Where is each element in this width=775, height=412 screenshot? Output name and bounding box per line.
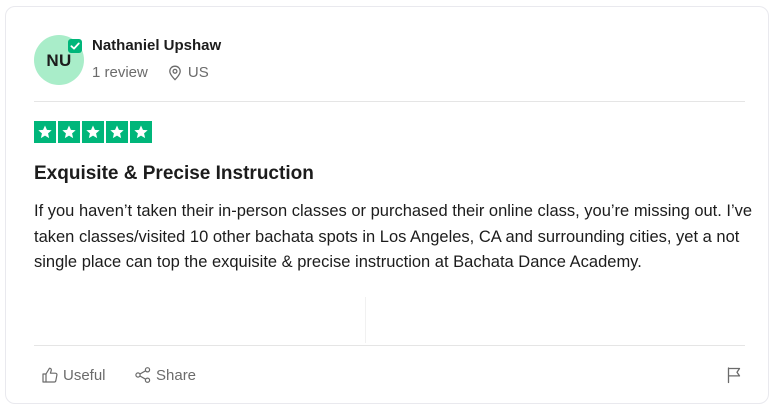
star-icon: [82, 121, 104, 143]
report-button[interactable]: [725, 366, 743, 389]
location-pin-icon: [169, 65, 181, 80]
star-rating: [34, 121, 152, 143]
useful-button[interactable]: Useful: [41, 366, 106, 384]
faint-divider: [365, 297, 366, 343]
avatar-initials: NU: [46, 51, 72, 70]
review-count: 1 review: [92, 64, 148, 81]
reviewer-location: US: [187, 64, 209, 81]
divider: [34, 101, 745, 102]
divider: [34, 345, 745, 346]
star-icon: [106, 121, 128, 143]
share-icon: [135, 367, 151, 383]
share-label: Share: [156, 366, 197, 384]
thumbs-up-icon: [42, 367, 58, 383]
star-icon: [58, 121, 80, 143]
review-card: NU Nathaniel Upshaw 1 review US Exquisit…: [5, 6, 769, 404]
review-title[interactable]: Exquisite & Precise Instruction: [34, 163, 314, 185]
star-icon: [34, 121, 56, 143]
reviewer-name[interactable]: Nathaniel Upshaw: [92, 37, 221, 54]
flag-icon: [727, 367, 741, 384]
review-body: If you haven’t taken their in-person cla…: [34, 202, 753, 271]
share-button[interactable]: Share: [134, 366, 196, 384]
reviewer-meta: 1 review US: [92, 64, 209, 81]
verified-badge-icon: [68, 39, 82, 53]
useful-label: Useful: [63, 366, 106, 384]
star-icon: [130, 121, 152, 143]
